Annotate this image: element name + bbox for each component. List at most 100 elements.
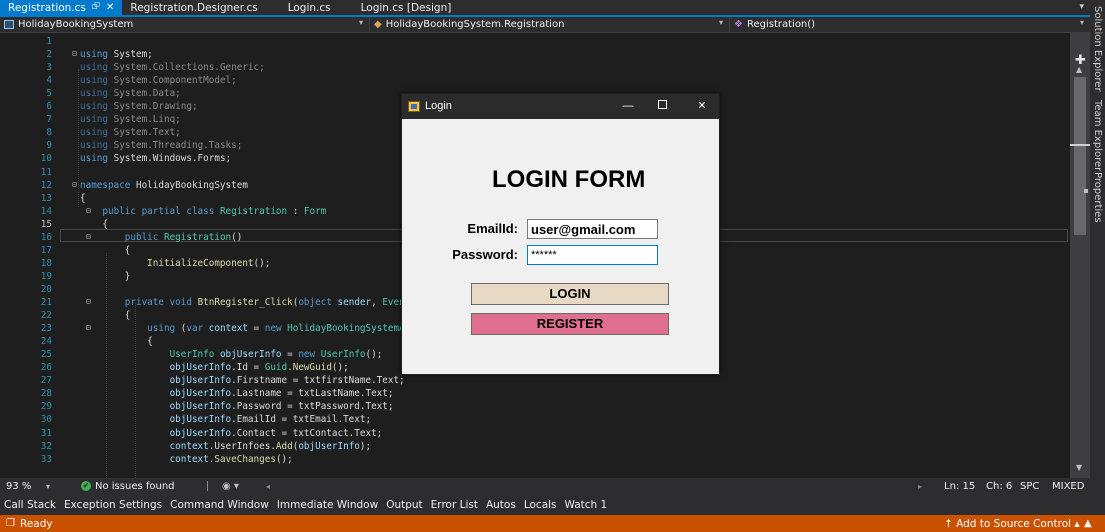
collapse-icon[interactable]: ⊟ (72, 180, 77, 189)
code-line[interactable]: objUserInfo.Password = txtPassword.Text; (60, 400, 394, 413)
code-line[interactable]: using (var context = new HolidayBookingS… (60, 322, 416, 335)
code-line[interactable]: using System.Collections.Generic; (60, 61, 265, 74)
collapse-icon[interactable]: ⊟ (86, 232, 91, 241)
ready-icon: ❐ (6, 518, 15, 529)
tab-label: Login.cs [Design] (360, 1, 452, 14)
notifications-icon[interactable]: ▲ (1084, 518, 1092, 529)
editor-vertical-scrollbar[interactable]: ✚ ▲ ▼ (1070, 33, 1090, 478)
tool-tab-command-window[interactable]: Command Window (170, 499, 269, 511)
collapse-icon[interactable]: ⊟ (86, 297, 91, 306)
line-number: 5 (46, 88, 52, 100)
project-dropdown[interactable]: HolidayBookingSystem ▾ (0, 17, 370, 32)
collapse-icon[interactable]: ⊟ (72, 49, 77, 58)
maximize-button[interactable] (652, 97, 672, 115)
method-icon: ❖ (734, 19, 743, 30)
tool-tab-locals[interactable]: Locals (524, 499, 557, 511)
code-line[interactable]: { (60, 309, 131, 322)
login-button[interactable]: LOGIN (471, 283, 669, 305)
code-line[interactable]: objUserInfo.Contact = txtContact.Text; (60, 427, 383, 440)
code-line[interactable] (60, 166, 80, 179)
type-name: HolidayBookingSystem.Registration (385, 19, 565, 30)
tool-tab-call-stack[interactable]: Call Stack (4, 499, 56, 511)
tool-tab-watch-1[interactable]: Watch 1 (565, 499, 608, 511)
whitespace-indicator[interactable]: SPC (1020, 481, 1039, 492)
line-number: 8 (46, 127, 52, 139)
code-line[interactable]: private void BtnRegister_Click(object se… (60, 296, 416, 309)
code-line[interactable]: InitializeComponent(); (60, 257, 270, 270)
register-button[interactable]: REGISTER (471, 313, 669, 335)
code-line[interactable] (60, 35, 80, 48)
code-line[interactable]: objUserInfo.Id = Guid.NewGuid(); (60, 361, 349, 374)
code-line[interactable]: { (60, 335, 153, 348)
document-tab-strip: Registration.cs ⮺ ✕ Registration.Designe… (0, 0, 1090, 17)
line-number: 2 (46, 49, 52, 61)
code-cleanup-icon[interactable]: ◉ ▾ (222, 481, 239, 492)
line-ending-indicator[interactable]: MIXED (1052, 481, 1084, 492)
tab-login-cs-design[interactable]: Login.cs [Design] (353, 0, 460, 15)
code-line[interactable] (60, 283, 80, 296)
code-line[interactable]: } (60, 270, 131, 283)
tab-login-cs[interactable]: Login.cs (280, 0, 339, 15)
scroll-left-icon[interactable]: ◂ (266, 482, 270, 491)
code-line[interactable]: UserInfo objUserInfo = new UserInfo(); (60, 348, 383, 361)
code-line[interactable]: using System.Data; (60, 87, 181, 100)
line-number: 9 (46, 140, 52, 152)
code-line[interactable]: using System.Text; (60, 126, 181, 139)
member-dropdown[interactable]: ❖ Registration() ▾ (730, 17, 1090, 32)
code-line[interactable]: { (60, 244, 131, 257)
zoom-level[interactable]: 93 % (6, 481, 31, 492)
line-number: 19 (40, 270, 52, 282)
code-line[interactable]: { (60, 192, 86, 205)
code-line[interactable]: context.UserInfoes.Add(objUserInfo); (60, 440, 372, 453)
tab-registration-cs[interactable]: Registration.cs ⮺ ✕ (0, 0, 123, 16)
login-dialog: Login — ✕ LOGIN FORM EmailId: Password: … (401, 93, 720, 375)
email-field[interactable] (527, 219, 658, 239)
pin-icon[interactable]: ⮺ (92, 0, 100, 16)
add-to-source-control-button[interactable]: ↑ Add to Source Control ▴ (944, 518, 1080, 530)
tab-registration-designer-cs[interactable]: Registration.Designer.cs (122, 0, 265, 15)
code-line[interactable]: objUserInfo.EmailId = txtEmail.Text; (60, 413, 372, 426)
scroll-up-icon[interactable]: ▲ (1076, 65, 1082, 74)
dialog-title-bar[interactable]: Login — ✕ (402, 94, 719, 119)
side-tab-team-explorer[interactable]: Team Explorer (1092, 100, 1103, 171)
line-indicator: Ln: 15 (944, 480, 976, 492)
code-line[interactable]: using System.Threading.Tasks; (60, 139, 242, 152)
tool-tab-autos[interactable]: Autos (486, 499, 516, 511)
code-line[interactable]: { (60, 218, 108, 231)
password-field[interactable] (527, 245, 658, 265)
collapse-icon[interactable]: ⊟ (86, 323, 91, 332)
line-number: 11 (40, 166, 52, 178)
code-line[interactable]: using System.Drawing; (60, 100, 198, 113)
close-icon[interactable]: ✕ (106, 2, 114, 13)
scrollbar-thumb[interactable] (1074, 77, 1086, 235)
collapse-icon[interactable]: ⊟ (86, 206, 91, 215)
tool-tab-error-list[interactable]: Error List (431, 499, 478, 511)
line-number: 17 (40, 244, 52, 256)
code-line[interactable]: objUserInfo.Firstname = txtfirstName.Tex… (60, 374, 405, 387)
member-name: Registration() (746, 19, 816, 30)
code-line[interactable]: namespace HolidayBookingSystem (60, 179, 248, 192)
chevron-down-icon[interactable]: ▾ (46, 482, 50, 491)
code-line[interactable]: context.SaveChanges(); (60, 453, 293, 466)
minimize-button[interactable]: — (618, 97, 638, 115)
code-line[interactable]: public partial class Registration : Form (60, 205, 326, 218)
code-line[interactable]: using System.Linq; (60, 113, 181, 126)
side-tab-properties[interactable]: Properties (1092, 172, 1103, 223)
issues-indicator[interactable]: No issues found (95, 481, 175, 492)
side-tab-solution-explorer[interactable]: Solution Explorer (1092, 6, 1103, 92)
code-line[interactable]: using System.Windows.Forms; (60, 152, 231, 165)
editor-status-strip: 93 % ▾ ✔ No issues found ◉ ▾ ◂ ▸ Ln: 15 … (0, 478, 1105, 494)
line-number: 4 (46, 75, 52, 87)
code-line[interactable]: objUserInfo.Lastname = txtLastName.Text; (60, 387, 394, 400)
type-dropdown[interactable]: ◆ HolidayBookingSystem.Registration ▾ (370, 17, 730, 32)
scroll-down-icon[interactable]: ▼ (1076, 463, 1082, 472)
code-line[interactable]: using System.ComponentModel; (60, 74, 237, 87)
tool-tab-immediate-window[interactable]: Immediate Window (277, 499, 378, 511)
tab-overflow-dropdown-icon[interactable]: ▾ (1079, 2, 1084, 12)
line-number: 24 (40, 336, 52, 348)
chevron-down-icon: ▾ (358, 18, 363, 27)
tool-tab-exception-settings[interactable]: Exception Settings (64, 499, 162, 511)
close-button[interactable]: ✕ (692, 97, 712, 115)
scroll-right-icon[interactable]: ▸ (918, 482, 922, 491)
tool-tab-output[interactable]: Output (386, 499, 422, 511)
